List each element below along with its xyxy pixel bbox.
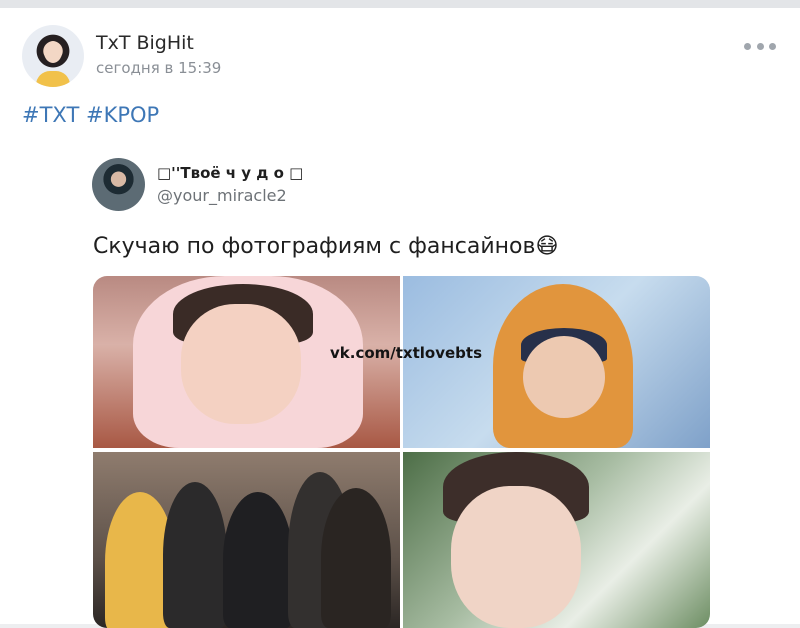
photo-3[interactable] <box>93 452 400 628</box>
dot <box>744 42 751 50</box>
person <box>163 482 227 628</box>
avatar-shirt <box>36 71 70 87</box>
face <box>523 336 605 418</box>
hashtag-link[interactable]: #TXT <box>22 103 79 127</box>
photo-4[interactable] <box>403 452 710 628</box>
avatar-face <box>44 41 62 63</box>
photo-grid[interactable] <box>93 276 710 628</box>
photo-1[interactable] <box>93 276 400 448</box>
hashtag-link[interactable]: #KPOP <box>86 103 159 127</box>
post-hashtags: #TXT #KPOP <box>22 103 159 127</box>
more-horizontal-icon[interactable] <box>744 36 776 56</box>
author-avatar[interactable] <box>22 25 84 87</box>
person <box>223 492 293 628</box>
photo-2[interactable] <box>403 276 710 448</box>
person <box>321 488 391 628</box>
image-watermark: vk.com/txtlovebts <box>330 344 483 362</box>
tweet-display-name: □''Твоё ч у д о □ <box>157 164 304 182</box>
dot <box>756 42 764 50</box>
post-date[interactable]: сегодня в 15:39 <box>96 59 221 77</box>
post-card: TxT BigHit сегодня в 15:39 #TXT #KPOP □'… <box>0 8 800 628</box>
author-name[interactable]: TxT BigHit <box>96 32 194 54</box>
tweet-text: Скучаю по фотографиям с фансайнов😷 <box>93 234 559 259</box>
tweet-handle: @your_miracle2 <box>157 186 287 205</box>
tweet-author-avatar <box>92 158 145 211</box>
top-border <box>0 0 800 8</box>
face <box>451 486 581 628</box>
face <box>181 304 301 424</box>
dot <box>769 42 776 50</box>
